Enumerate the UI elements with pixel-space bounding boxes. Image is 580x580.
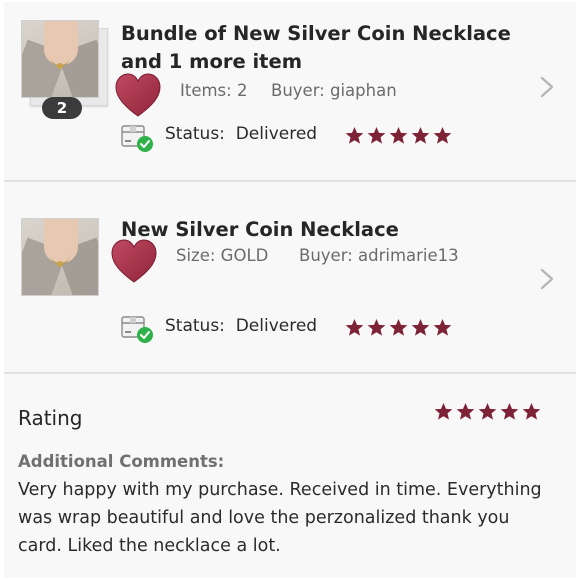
- order-title[interactable]: New Silver Coin Necklace: [121, 216, 541, 244]
- order-star-rating: [345, 318, 452, 337]
- order-star-rating: [345, 126, 452, 145]
- chevron-right-icon[interactable]: [539, 76, 555, 98]
- rating-title: Rating: [18, 406, 83, 430]
- package-check-icon: [121, 125, 153, 152]
- rating-stars: [434, 402, 541, 421]
- comments-label: Additional Comments:: [18, 452, 225, 471]
- status-text: Status: Delivered: [165, 124, 317, 144]
- order-card-bundle[interactable]: 2 Bundle of New Silver Coin Necklace and…: [4, 2, 576, 180]
- star-icon: [389, 126, 408, 144]
- star-icon: [434, 402, 453, 420]
- chevron-right-icon[interactable]: [539, 268, 555, 290]
- status-label: Status:: [165, 124, 225, 144]
- star-icon: [433, 318, 452, 336]
- status-value: Delivered: [235, 316, 318, 336]
- status-label: Status:: [165, 316, 225, 336]
- star-icon: [367, 318, 386, 336]
- divider: [4, 372, 576, 374]
- status-text: Status: Delivered: [165, 316, 317, 336]
- rating-section: Rating Additional Comments: Very happy w…: [4, 388, 576, 578]
- star-icon: [367, 126, 386, 144]
- heart-icon[interactable]: [114, 72, 162, 118]
- order-card-single[interactable]: New Silver Coin Necklace Size: GOLD Buye…: [4, 196, 576, 372]
- star-icon: [500, 402, 519, 420]
- star-icon: [522, 402, 541, 420]
- star-icon: [389, 318, 408, 336]
- star-icon: [345, 126, 364, 144]
- items-count: Items: 2: [180, 81, 248, 100]
- buyer-name: Buyer: giaphan: [271, 81, 397, 100]
- heart-icon[interactable]: [110, 238, 158, 284]
- star-icon: [345, 318, 364, 336]
- star-icon: [478, 402, 497, 420]
- comments-text: Very happy with my purchase. Received in…: [18, 480, 542, 556]
- order-title[interactable]: Bundle of New Silver Coin Necklace and 1…: [121, 20, 541, 76]
- star-icon: [433, 126, 452, 144]
- bundle-count-badge: 2: [42, 97, 82, 119]
- star-icon: [411, 318, 430, 336]
- size-value: Size: GOLD: [176, 246, 269, 265]
- status-value: Delivered: [235, 124, 318, 144]
- product-thumbnail[interactable]: [21, 20, 99, 98]
- buyer-name: Buyer: adrimarie13: [299, 246, 459, 265]
- star-icon: [456, 402, 475, 420]
- package-check-icon: [121, 316, 153, 343]
- product-thumbnail[interactable]: [21, 218, 99, 296]
- divider: [4, 180, 576, 182]
- star-icon: [411, 126, 430, 144]
